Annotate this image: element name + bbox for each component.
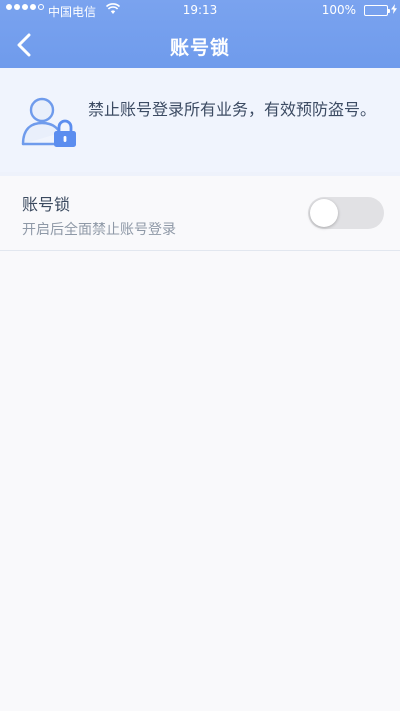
charging-icon bbox=[391, 4, 397, 17]
battery-percentage: 100% bbox=[321, 3, 356, 17]
setting-description: 开启后全面禁止账号登录 bbox=[22, 222, 176, 238]
info-text: 禁止账号登录所有业务，有效预防盗号。 bbox=[88, 100, 377, 119]
account-lock-setting-row: 账号锁 开启后全面禁止账号登录 bbox=[0, 176, 400, 251]
setting-title: 账号锁 bbox=[22, 195, 71, 214]
status-bar: 中国电信 19:13 100% bbox=[0, 0, 400, 22]
account-lock-toggle[interactable] bbox=[308, 197, 384, 229]
toggle-knob bbox=[310, 199, 338, 227]
navigation-bar: 账号锁 bbox=[0, 22, 400, 68]
app-header: 中国电信 19:13 100% 账号锁 bbox=[0, 0, 400, 68]
page-title: 账号锁 bbox=[169, 37, 230, 59]
battery-icon bbox=[364, 5, 390, 16]
info-banner: 禁止账号登录所有业务，有效预防盗号。 bbox=[0, 68, 400, 172]
user-lock-icon bbox=[20, 96, 78, 152]
